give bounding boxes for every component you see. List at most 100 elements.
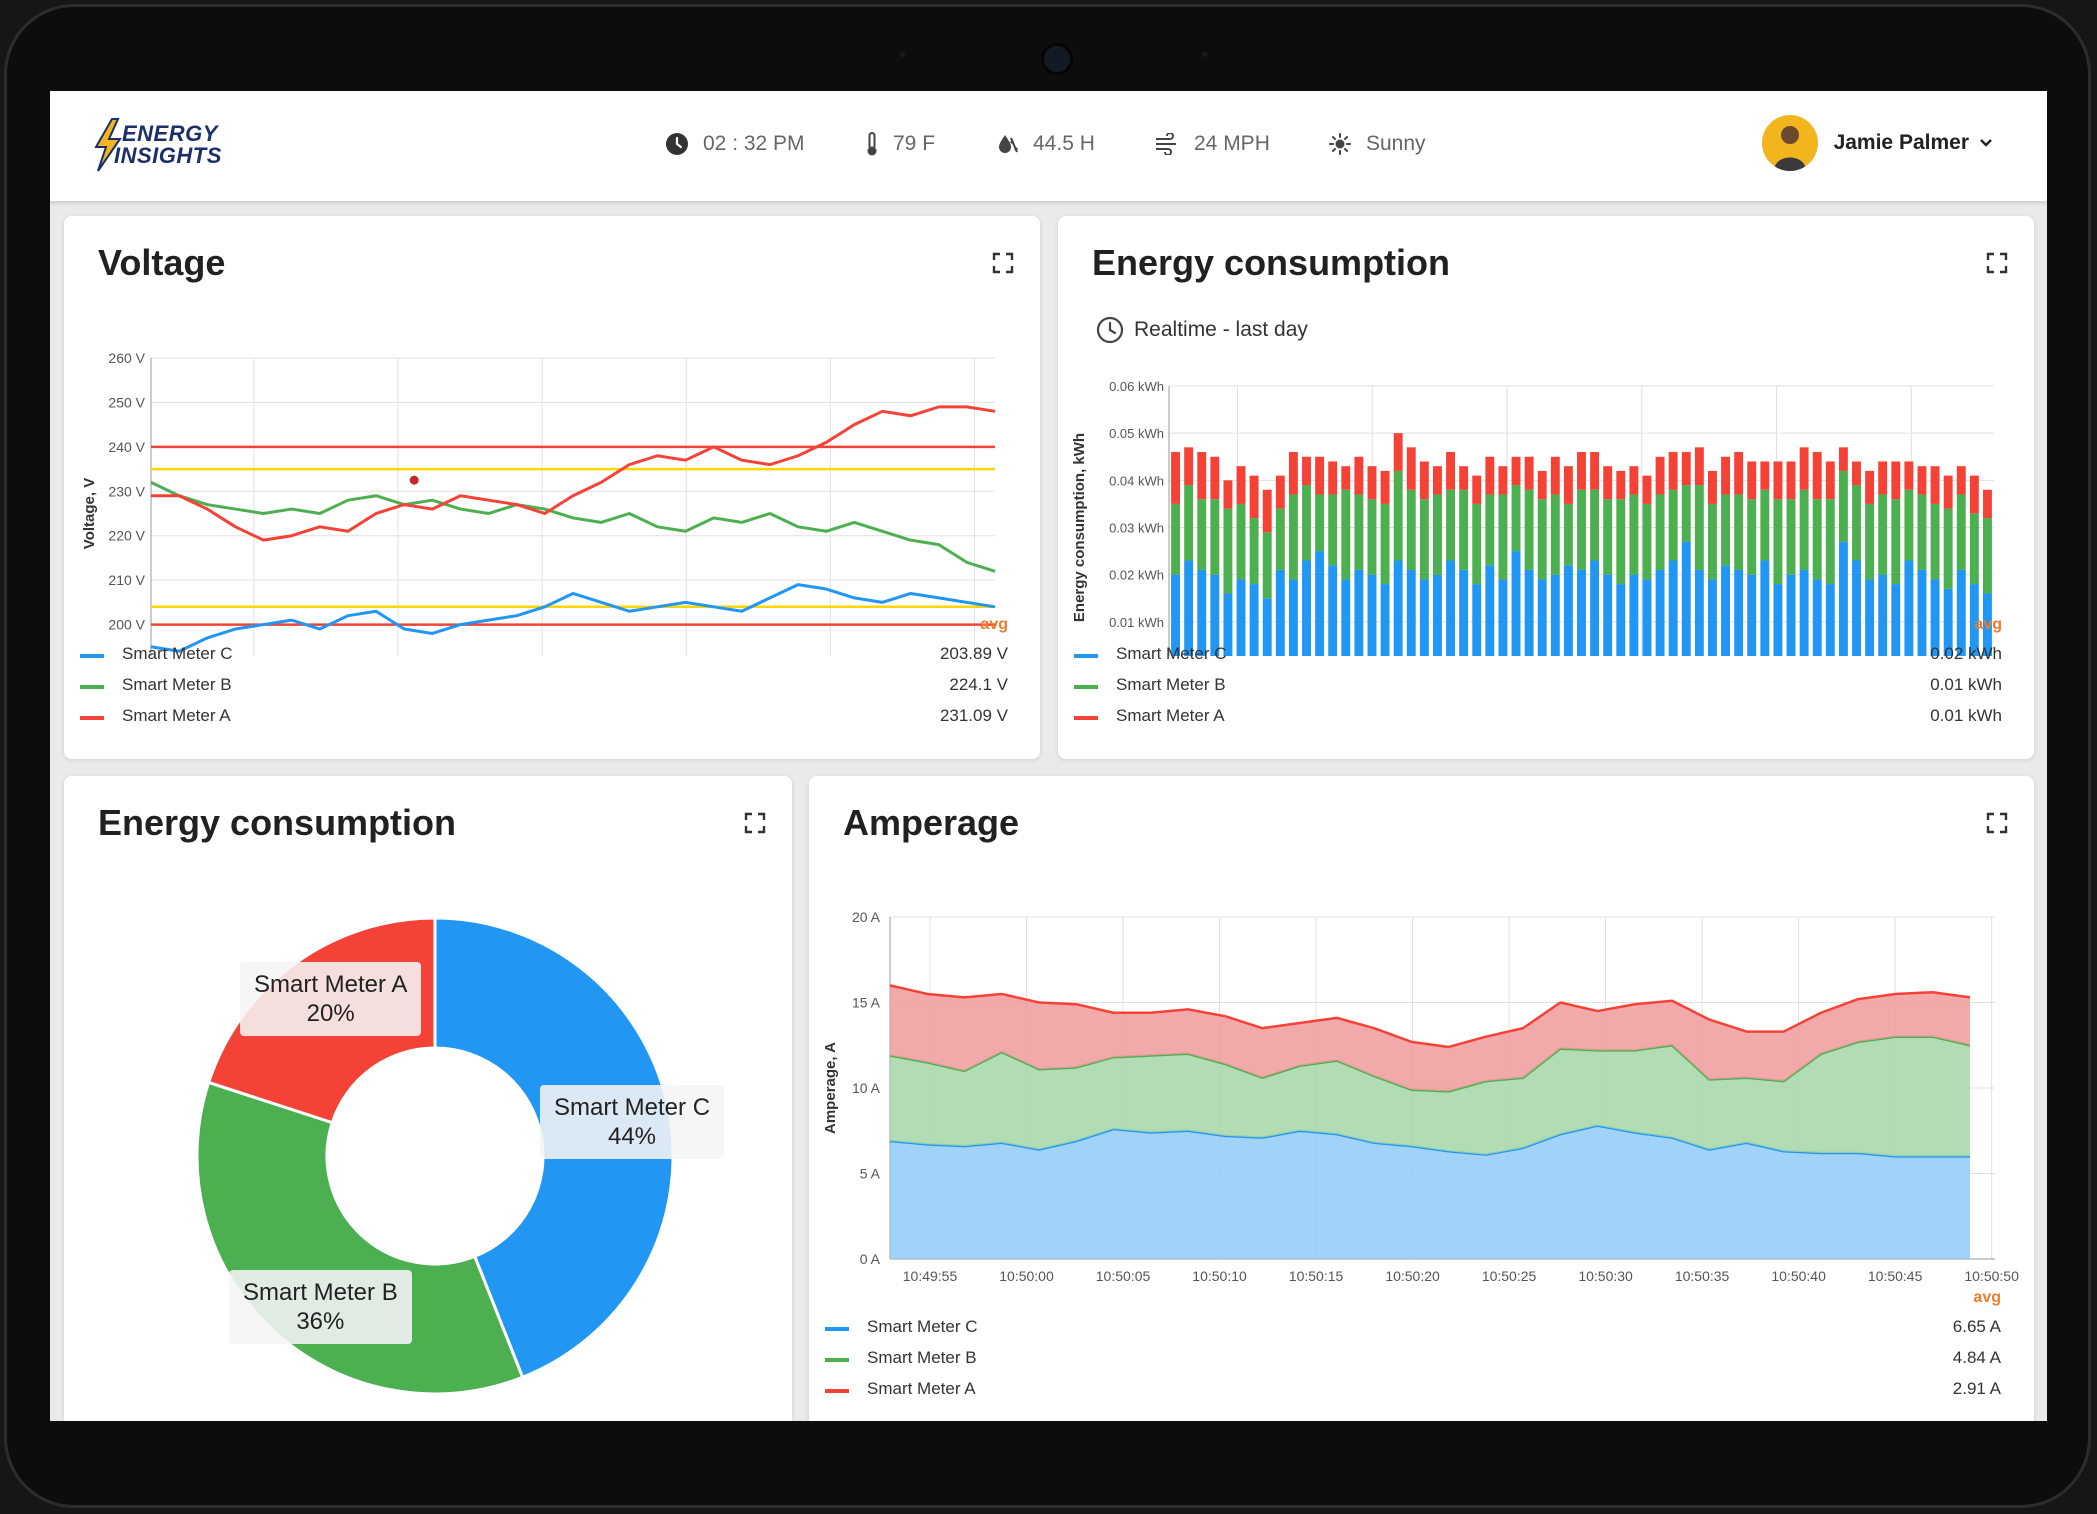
bar-segment-meter-b: [1616, 499, 1626, 585]
wind-icon: [1156, 133, 1176, 155]
x-tick-label: 10:50:40: [1771, 1268, 1826, 1284]
bar-segment-meter-b: [1983, 518, 1992, 594]
legend-item-meter-a[interactable]: Smart Meter A 231.09 V: [80, 706, 1008, 730]
bar-segment-meter-b: [1773, 499, 1783, 585]
legend-item-meter-a[interactable]: Smart Meter A 0.01 kWh: [1074, 706, 2002, 730]
bar-segment-meter-a: [1904, 461, 1914, 490]
bar-segment-meter-b: [1485, 494, 1495, 566]
bar-segment-meter-a: [1668, 452, 1678, 490]
bar-segment-meter-a: [1878, 461, 1888, 495]
legend-name: Smart Meter B: [122, 675, 232, 694]
bar-segment-meter-a: [1930, 466, 1940, 504]
legend-value: 203.89 V: [939, 644, 1008, 663]
pie-label-pct: 36%: [296, 1308, 345, 1335]
legend-item-meter-b[interactable]: Smart Meter B 0.01 kWh: [1074, 675, 2002, 699]
bar-segment-meter-b: [1223, 508, 1233, 594]
pie-label-name: Smart Meter B: [243, 1279, 398, 1306]
bar-segment-meter-a: [1838, 447, 1848, 471]
bar-segment-meter-a: [1590, 452, 1600, 490]
bar-segment-meter-a: [1694, 447, 1704, 486]
weather-value: Sunny: [1366, 132, 1426, 155]
bar-segment-meter-b: [1393, 470, 1403, 561]
bar-segment-meter-b: [1419, 499, 1429, 580]
y-tick-label: 240 V: [108, 439, 145, 455]
y-tick-label: 0 A: [860, 1251, 881, 1267]
bar-segment-meter-b: [1236, 503, 1246, 580]
legend-value: 231.09 V: [939, 706, 1008, 725]
top-bar: ENERGY INSIGHTS 02 : 32 PM 79 F 44.5 H 2…: [50, 91, 2047, 201]
legend-item-meter-a[interactable]: Smart Meter A 2.91 A: [825, 1379, 2001, 1403]
y-axis-title: Energy consumption, kWh: [1071, 433, 1088, 622]
legend-swatch: [80, 716, 104, 720]
legend-swatch: [1074, 685, 1098, 689]
legend-item-meter-c[interactable]: Smart Meter C 203.89 V: [80, 644, 1008, 668]
sensor-dot: [900, 52, 905, 57]
user-menu[interactable]: Jamie Palmer: [1761, 115, 1995, 171]
bar-segment-meter-a: [1210, 456, 1220, 500]
bar-segment-meter-a: [1917, 466, 1927, 495]
bar-segment-meter-a: [1655, 456, 1665, 495]
avg-label: avg: [980, 616, 1008, 633]
bar-segment-meter-b: [1524, 489, 1534, 570]
user-name[interactable]: Jamie Palmer: [1834, 131, 1969, 155]
legend-item-meter-c[interactable]: Smart Meter C 6.65 A: [825, 1317, 2001, 1341]
sun-icon: [1329, 133, 1351, 155]
y-tick-label: 210 V: [108, 572, 145, 588]
y-tick-label: 5 A: [860, 1166, 881, 1182]
bar-segment-meter-a: [1485, 456, 1495, 495]
pie-label-meter-c: Smart Meter C 44%: [540, 1085, 725, 1159]
bar-segment-meter-a: [1891, 461, 1901, 500]
bar-segment-meter-b: [1668, 489, 1678, 561]
legend-value: 2.91 A: [1952, 1379, 2001, 1398]
bar-segment-meter-b: [1603, 499, 1613, 575]
bar-segment-meter-b: [1498, 494, 1508, 580]
bar-segment-meter-a: [1472, 475, 1482, 504]
y-axis-title: Voltage, V: [81, 478, 98, 549]
y-tick-label: 220 V: [108, 528, 145, 544]
y-tick-label: 0.02 kWh: [1109, 568, 1164, 583]
humidity-value: 44.5 H: [1033, 132, 1095, 155]
legend-item-meter-b[interactable]: Smart Meter B 224.1 V: [80, 675, 1008, 699]
legend-item-meter-b[interactable]: Smart Meter B 4.84 A: [825, 1348, 2001, 1372]
bar-segment-meter-a: [1275, 475, 1285, 509]
bar-segment-meter-b: [1681, 485, 1691, 542]
pie-label-name: Smart Meter C: [554, 1094, 711, 1121]
bar-segment-meter-b: [1302, 485, 1311, 561]
energy-bar-legend: avg Smart Meter C 0.02 kWh Smart Meter B 0…: [1074, 616, 2002, 746]
bar-segment-meter-a: [1603, 466, 1613, 500]
bar-segment-meter-b: [1969, 513, 1979, 585]
legend-item-meter-c[interactable]: Smart Meter C 0.02 kWh: [1074, 644, 2002, 668]
avatar[interactable]: [1761, 115, 1818, 171]
amperage-chart[interactable]: 0 A 5 A 10 A 15 A 20 A 10:49:55 10:50:00 10:50:…: [809, 776, 2034, 1316]
pie-label-meter-b: Smart Meter B 36%: [229, 1270, 412, 1344]
alert-marker: [409, 475, 419, 485]
logo-text-insights: INSIGHTS: [114, 143, 222, 168]
bar-segment-meter-b: [1367, 499, 1377, 575]
bar-segment-meter-b: [1943, 508, 1953, 589]
bar-segment-meter-b: [1708, 503, 1717, 580]
voltage-chart[interactable]: 190 V200 V210 V220 V230 V240 V250 V260 V…: [64, 216, 1040, 656]
bar-segment-meter-b: [1472, 503, 1482, 585]
bar-segment-meter-b: [1262, 532, 1272, 599]
bar-segment-meter-b: [1315, 494, 1325, 552]
thermometer-icon: [867, 132, 877, 156]
bar-segment-meter-b: [1786, 499, 1796, 575]
bar-segment-meter-b: [1747, 499, 1757, 575]
bar-segment-meter-a: [1511, 456, 1521, 486]
legend-value: 0.01 kWh: [1930, 706, 2002, 725]
bar-segment-meter-b: [1459, 489, 1469, 570]
front-camera: [1041, 43, 1073, 75]
bar-segment-meter-a: [1825, 461, 1835, 500]
energy-bar-chart[interactable]: 0.00 kWh0.01 kWh0.02 kWh0.03 kWh0.04 kWh…: [1058, 216, 2034, 656]
bar-segment-meter-b: [1655, 494, 1665, 570]
temperature-widget: 79 F: [865, 129, 935, 159]
bar-segment-meter-b: [1838, 470, 1848, 542]
legend-value: 0.01 kWh: [1930, 675, 2002, 694]
bar-segment-meter-b: [1433, 494, 1442, 575]
bar-segment-meter-b: [1288, 494, 1298, 580]
energy-insights-logo[interactable]: ENERGY INSIGHTS: [90, 117, 221, 173]
chevron-down-icon[interactable]: [1977, 134, 1995, 152]
amperage-legend: avg Smart Meter C 6.65 A Smart Meter B 4.8…: [825, 1289, 2001, 1419]
bar-segment-meter-b: [1852, 485, 1861, 561]
bar-segment-meter-b: [1406, 489, 1416, 570]
